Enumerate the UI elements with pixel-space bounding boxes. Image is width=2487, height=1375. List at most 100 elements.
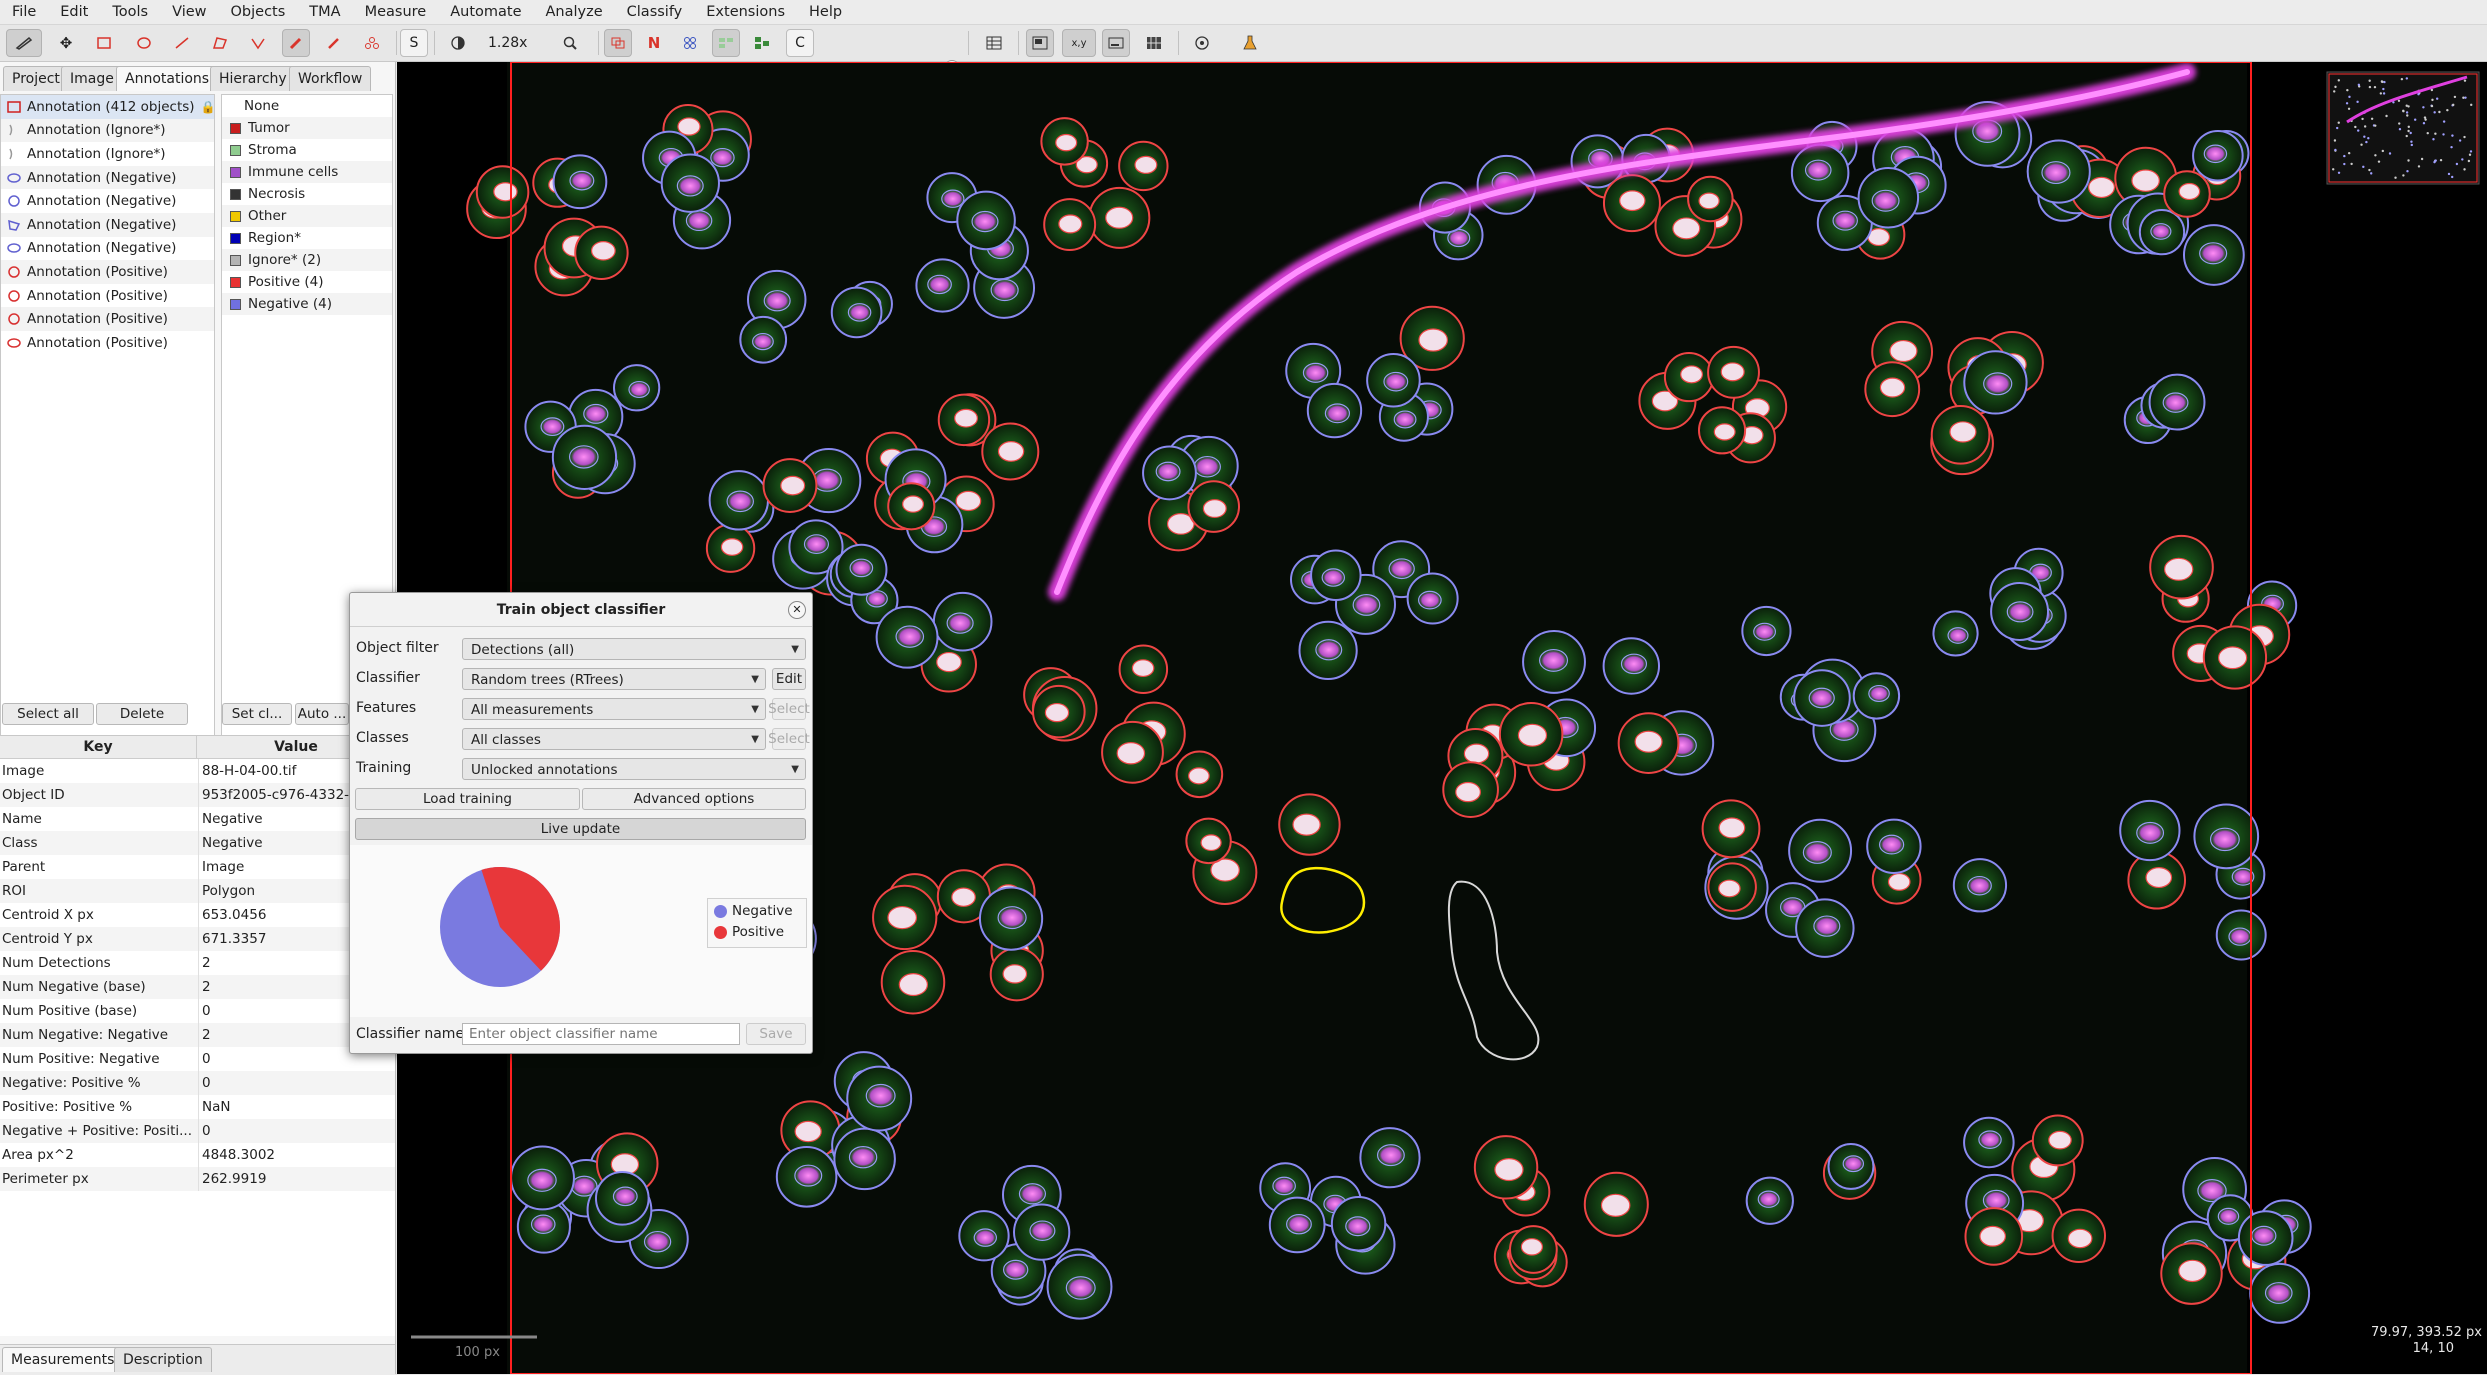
table-row[interactable]: Image 88-H-04-00.tif [0, 759, 395, 783]
menu-extensions[interactable]: Extensions [694, 0, 797, 24]
table-row[interactable]: ROI Polygon [0, 879, 395, 903]
classes-select[interactable]: All classes ▼ [462, 728, 766, 750]
menu-tools[interactable]: Tools [100, 0, 160, 24]
table-row[interactable]: Positive: Positive % NaN [0, 1095, 395, 1119]
tab-workflow[interactable]: Workflow [289, 66, 372, 91]
object-filter-select[interactable]: Detections (all) ▼ [462, 638, 806, 660]
rectangle-tool-button[interactable] [90, 29, 118, 57]
menu-file[interactable]: File [0, 0, 48, 24]
tab-hierarchy[interactable]: Hierarchy [210, 66, 296, 91]
ellipse-tool-button[interactable] [130, 29, 158, 57]
features-select[interactable]: All measurements ▼ [462, 698, 766, 720]
class-item-necrosis[interactable]: Necrosis [222, 183, 392, 205]
points-tool-button[interactable] [358, 29, 386, 57]
training-select[interactable]: Unlocked annotations ▼ [462, 758, 806, 780]
tab-image[interactable]: Image [61, 66, 123, 91]
move-tool-button[interactable] [6, 29, 42, 57]
classifier-select[interactable]: Random trees (RTrees) ▼ [462, 668, 766, 690]
table-row[interactable]: Num Negative (base) 2 [0, 975, 395, 999]
table-row[interactable]: Num Positive: Negative 0 [0, 1047, 395, 1071]
table-row[interactable]: Area px^2 4848.3002 [0, 1143, 395, 1167]
line-tool-button[interactable] [168, 29, 196, 57]
table-row[interactable]: Centroid Y px 671.3357 [0, 927, 395, 951]
table-row[interactable]: Object ID 953f2005-c976-4332-b [0, 783, 395, 807]
annotation-item[interactable]: Annotation (Negative) [1, 237, 214, 261]
select-all-button[interactable]: Select all [2, 703, 94, 725]
table-row[interactable]: Negative: Positive % 0 [0, 1071, 395, 1095]
classifier-name-input[interactable] [462, 1023, 740, 1045]
menu-view[interactable]: View [160, 0, 218, 24]
class-item-tumor[interactable]: Tumor [222, 117, 392, 139]
brightness-contrast-button[interactable] [444, 29, 472, 57]
menu-automate[interactable]: Automate [438, 0, 533, 24]
show-tma-grid-button[interactable] [676, 29, 704, 57]
table-row[interactable]: Negative + Positive: Positi... 0 [0, 1119, 395, 1143]
show-annotations-button[interactable] [604, 29, 632, 57]
tab-measurements[interactable]: Measurements [2, 1347, 124, 1372]
menu-help[interactable]: Help [797, 0, 854, 24]
auto-set-button[interactable]: Auto ... [295, 703, 349, 725]
edit-button[interactable]: Edit [772, 668, 806, 690]
table-row[interactable]: Num Negative: Negative 2 [0, 1023, 395, 1047]
save-button[interactable]: Save [746, 1023, 806, 1045]
annotation-item[interactable]: Annotation (Ignore*) [1, 142, 214, 166]
pixel-classifier-button[interactable] [1188, 29, 1216, 57]
advanced-options-button[interactable]: Advanced options [582, 788, 806, 810]
scalebar-button[interactable] [1102, 29, 1130, 57]
class-item-none[interactable]: None [222, 95, 392, 117]
annotation-item[interactable]: Annotation (Positive) [1, 331, 214, 355]
load-training-button[interactable]: Load training [355, 788, 580, 810]
menu-measure[interactable]: Measure [353, 0, 439, 24]
tab-description[interactable]: Description [114, 1347, 212, 1372]
move-icon[interactable]: ✥ [52, 29, 80, 57]
annotation-item[interactable]: Annotation (Positive) [1, 307, 214, 331]
menu-tma[interactable]: TMA [297, 0, 352, 24]
show-names-button[interactable]: N [640, 29, 668, 57]
table-row[interactable]: Parent Image [0, 855, 395, 879]
show-cursor-location-button[interactable]: x,y [1062, 29, 1096, 57]
table-row[interactable]: Perimeter px 262.9919 [0, 1167, 395, 1191]
show-connections-button[interactable]: C [786, 29, 814, 57]
class-item-positive[interactable]: Positive (4) [222, 271, 392, 293]
annotation-item[interactable]: Annotation (Negative) [1, 189, 214, 213]
show-detections-button[interactable] [712, 29, 740, 57]
menu-classify[interactable]: Classify [615, 0, 695, 24]
brush-tool-button[interactable] [282, 29, 310, 57]
key-column-header[interactable]: Key [0, 736, 197, 758]
fill-detections-button[interactable] [748, 29, 776, 57]
annotation-item[interactable]: Annotation (Positive) [1, 260, 214, 284]
features-select-button[interactable]: Select [768, 698, 810, 720]
table-row[interactable]: Num Positive (base) 0 [0, 999, 395, 1023]
annotation-item[interactable]: Annotation (412 objects) 🔒 [1, 95, 214, 119]
delete-button[interactable]: Delete [96, 703, 188, 725]
set-class-button[interactable]: Set cl... [222, 703, 292, 725]
class-item-ignore[interactable]: Ignore* (2) [222, 249, 392, 271]
annotation-list[interactable]: Annotation (412 objects) 🔒 Annotation (I… [0, 94, 215, 761]
menu-analyze[interactable]: Analyze [534, 0, 615, 24]
table-row[interactable]: Name Negative [0, 807, 395, 831]
close-icon[interactable]: ✕ [788, 601, 806, 619]
log-viewer-button[interactable] [1236, 29, 1264, 57]
tab-annotations[interactable]: Annotations [116, 66, 219, 91]
polygon-tool-button[interactable] [206, 29, 234, 57]
table-row[interactable]: Class Negative [0, 831, 395, 855]
class-item-other[interactable]: Other [222, 205, 392, 227]
measurement-table-button[interactable] [980, 29, 1008, 57]
class-item-region[interactable]: Region* [222, 227, 392, 249]
classes-select-button[interactable]: Select [768, 728, 810, 750]
table-row[interactable]: Num Detections 2 [0, 951, 395, 975]
menu-objects[interactable]: Objects [219, 0, 298, 24]
annotation-item[interactable]: Annotation (Negative) [1, 165, 214, 190]
menu-edit[interactable]: Edit [48, 0, 100, 24]
polyline-tool-button[interactable] [244, 29, 272, 57]
class-item-negative[interactable]: Negative (4) [222, 293, 392, 315]
wand-tool-button[interactable] [320, 29, 348, 57]
overview-button[interactable] [1026, 29, 1054, 57]
grid-button[interactable] [1140, 29, 1168, 57]
annotation-item[interactable]: Annotation (Negative) [1, 212, 214, 237]
selection-mode-button[interactable]: S [400, 29, 428, 57]
live-update-toggle[interactable]: Live update [355, 818, 806, 840]
class-item-immune[interactable]: Immune cells [222, 161, 392, 183]
class-item-stroma[interactable]: Stroma [222, 139, 392, 161]
table-row[interactable]: Centroid X px 653.0456 [0, 903, 395, 927]
